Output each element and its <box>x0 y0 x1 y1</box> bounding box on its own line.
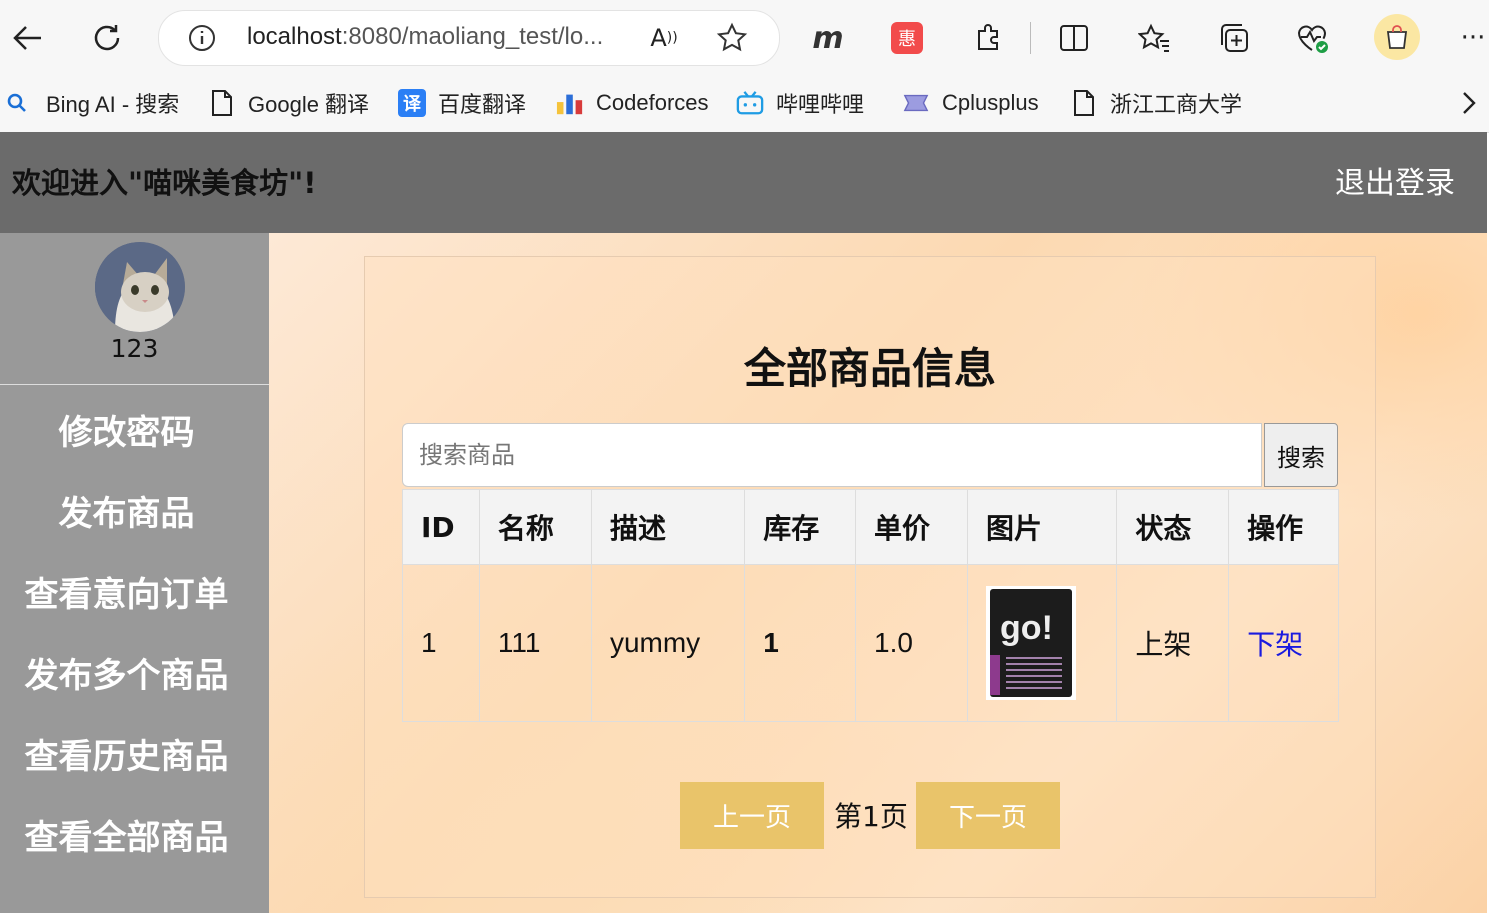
bilibili-icon <box>736 89 764 117</box>
extensions-puzzle-icon[interactable] <box>968 18 1008 58</box>
column-header-image: 图片 <box>967 489 1118 565</box>
nav-publish-multiple[interactable]: 发布多个商品 <box>0 648 253 697</box>
bookmark-bilibili[interactable]: 哔哩哔哩 <box>736 86 864 120</box>
take-off-shelf-link[interactable]: 下架 <box>1247 629 1303 660</box>
search-input[interactable] <box>402 423 1262 487</box>
m-extension-icon[interactable]: m <box>808 18 848 58</box>
chevron-right-icon[interactable] <box>1454 87 1484 119</box>
cell-id: 1 <box>402 564 480 722</box>
page-icon <box>1070 89 1098 117</box>
products-table: ID 名称 描述 库存 单价 图片 状态 操作 1 111 yummy 1 1.… <box>402 489 1339 722</box>
prev-page-button[interactable]: 上一页 <box>680 782 824 849</box>
column-header-action: 操作 <box>1228 489 1339 565</box>
bookmark-bing[interactable]: Bing AI - 搜索 <box>6 86 179 120</box>
read-aloud-icon[interactable]: A)) <box>647 23 681 53</box>
codeforces-icon <box>556 89 584 117</box>
avatar[interactable] <box>95 242 185 332</box>
bookmark-baidu-translate[interactable]: 译 百度翻译 <box>398 86 526 120</box>
url-text: localhost:8080/maoliang_test/lo... <box>247 23 604 50</box>
column-header-stock: 库存 <box>744 489 857 565</box>
page-icon <box>208 89 236 117</box>
cell-desc: yummy <box>590 564 746 722</box>
nav-view-history[interactable]: 查看历史商品 <box>0 729 253 778</box>
user-profile: 123 <box>0 233 269 385</box>
bookmark-google-translate[interactable]: Google 翻译 <box>208 86 369 120</box>
page-number: 第1页 <box>834 800 908 833</box>
coupon-extension-icon[interactable]: 惠 <box>891 22 923 54</box>
table-header-row: ID 名称 描述 库存 单价 图片 状态 操作 <box>402 489 1339 565</box>
username: 123 <box>110 334 159 363</box>
cat-avatar-icon <box>95 242 185 332</box>
column-header-status: 状态 <box>1116 489 1230 565</box>
translate-icon: 译 <box>398 89 426 117</box>
cplusplus-icon <box>902 89 930 117</box>
cell-action: 下架 <box>1228 564 1339 722</box>
column-header-id: ID <box>402 489 480 565</box>
site-header: 欢迎进入"喵咪美食坊"! 退出登录 <box>0 132 1487 233</box>
cell-name: 111 <box>478 564 592 722</box>
site-title: 欢迎进入"喵咪美食坊"! <box>12 166 317 200</box>
cell-status: 上架 <box>1116 564 1230 722</box>
cell-stock: 1 <box>744 564 857 722</box>
more-menu-icon[interactable]: ··· <box>1458 20 1488 56</box>
toolbar-divider <box>1030 22 1031 54</box>
column-header-price: 单价 <box>855 489 969 565</box>
bookmark-codeforces[interactable]: Codeforces <box>556 86 709 120</box>
search-icon <box>6 89 28 117</box>
cell-image: go! <box>967 564 1118 722</box>
logout-link[interactable]: 退出登录 <box>1335 158 1455 202</box>
split-screen-icon[interactable] <box>1054 18 1094 58</box>
nav-publish-product[interactable]: 发布商品 <box>0 486 253 535</box>
sidebar: 123 修改密码 发布商品 查看意向订单 发布多个商品 查看历史商品 查看全部商… <box>0 233 269 913</box>
nav-view-all-products[interactable]: 查看全部商品 <box>0 810 253 859</box>
favorite-star-icon[interactable] <box>715 21 749 55</box>
page-title: 全部商品信息 <box>743 344 996 393</box>
product-image: go! <box>986 586 1077 700</box>
cell-price: 1.0 <box>855 564 969 722</box>
products-panel: 全部商品信息 搜索 ID 名称 描述 库存 单价 图片 状态 操作 1 1 <box>364 256 1376 898</box>
nav-view-intent-orders[interactable]: 查看意向订单 <box>0 567 253 616</box>
health-icon[interactable] <box>1293 18 1333 58</box>
bookmark-zjgsu[interactable]: 浙江工商大学 <box>1070 86 1242 120</box>
address-bar[interactable]: localhost:8080/maoliang_test/lo... A)) <box>158 10 780 66</box>
back-icon[interactable] <box>8 18 48 58</box>
next-page-button[interactable]: 下一页 <box>916 782 1060 849</box>
column-header-name: 名称 <box>478 489 592 565</box>
column-header-desc: 描述 <box>590 489 746 565</box>
browser-toolbar: localhost:8080/maoliang_test/lo... A)) m… <box>0 0 1489 75</box>
collections-icon[interactable] <box>1214 18 1254 58</box>
table-row: 1 111 yummy 1 1.0 go! 上架 下架 <box>402 564 1339 722</box>
bookmarks-bar: Bing AI - 搜索 Google 翻译 译 百度翻译 Codeforces… <box>0 75 1489 133</box>
shopping-bag-icon[interactable] <box>1374 14 1420 60</box>
nav-change-password[interactable]: 修改密码 <box>0 405 253 454</box>
cat-food-bag-icon: go! <box>990 589 1073 697</box>
search-button[interactable]: 搜索 <box>1264 423 1338 487</box>
main-content: 全部商品信息 搜索 ID 名称 描述 库存 单价 图片 状态 操作 1 1 <box>269 233 1487 913</box>
favorites-icon[interactable] <box>1134 18 1174 58</box>
site-info-icon[interactable] <box>187 23 217 53</box>
product-image-logo: go! <box>1000 609 1053 647</box>
bookmark-cplusplus[interactable]: Cplusplus <box>902 86 1039 120</box>
refresh-icon[interactable] <box>86 17 128 59</box>
